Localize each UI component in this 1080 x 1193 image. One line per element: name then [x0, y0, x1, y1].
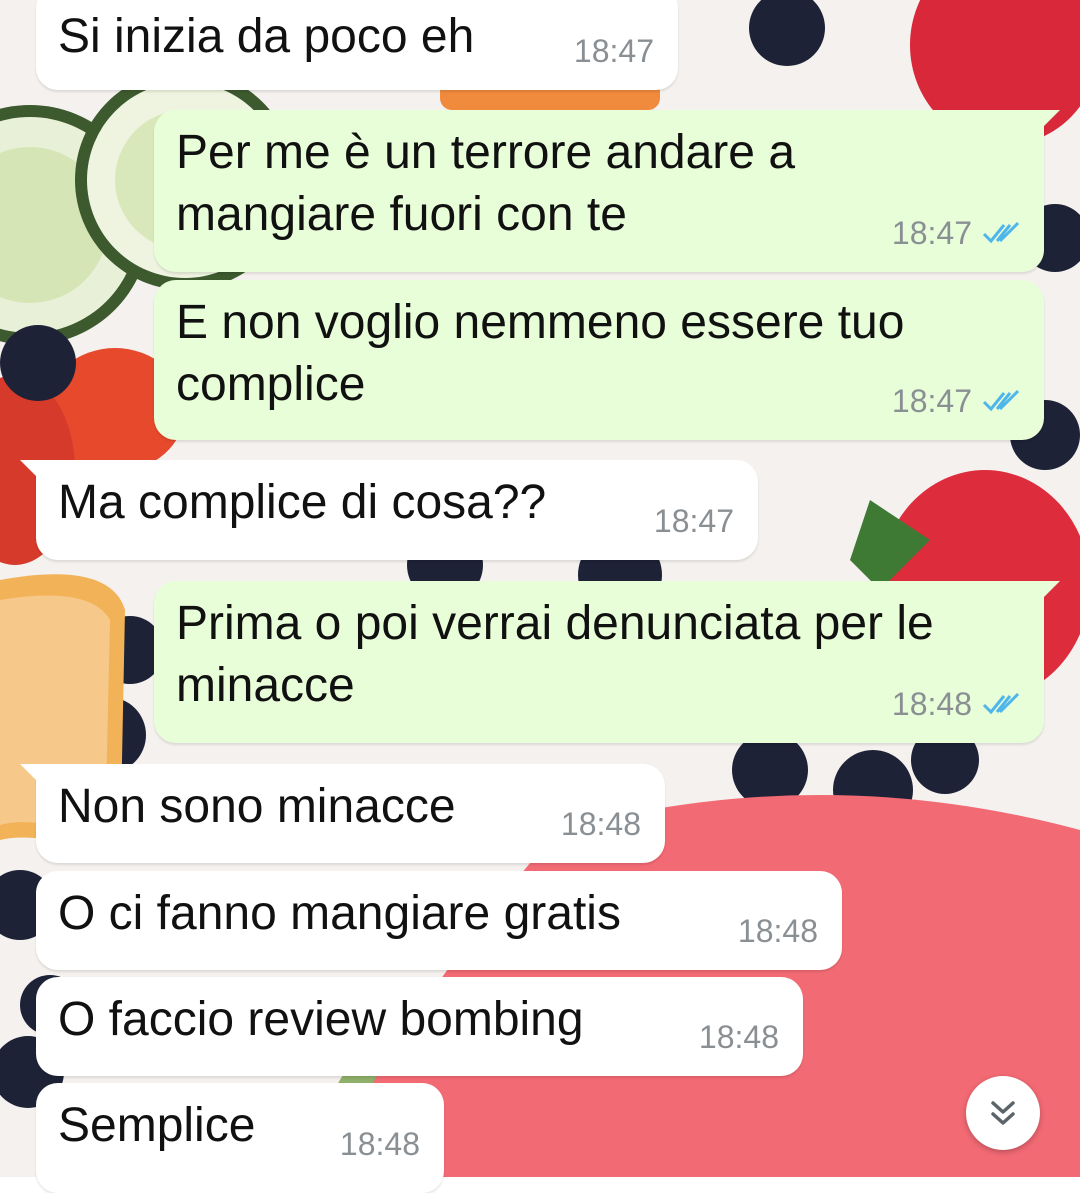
- message-bubble-outgoing[interactable]: Per me è un terrore andare a mangiare fu…: [154, 110, 1060, 272]
- message-timestamp: 18:48: [339, 1126, 420, 1162]
- message-timestamp: 18:48: [891, 686, 972, 722]
- message-meta: 18:47: [574, 20, 654, 82]
- message-meta: 18:48: [699, 1006, 779, 1068]
- chat-messages-list[interactable]: Si inizia da poco eh 18:47 Per me è un t…: [0, 0, 1080, 1193]
- double-check-icon: [982, 389, 1020, 412]
- message-text: Si inizia da poco eh: [58, 10, 475, 63]
- message-bubble-outgoing[interactable]: E non voglio nemmeno essere tuo complice…: [154, 280, 1044, 440]
- chevron-double-down-icon: [991, 1101, 1015, 1125]
- message-bubble-incoming[interactable]: O ci fanno mangiare gratis 18:48: [36, 871, 842, 970]
- message-text: O ci fanno mangiare gratis: [58, 887, 621, 940]
- message-meta: 18:47: [892, 370, 1022, 432]
- bubble-tail: [1038, 110, 1060, 132]
- message-meta: 18:48: [340, 1113, 420, 1175]
- bubble-tail: [20, 764, 42, 786]
- message-bubble-outgoing[interactable]: Prima o poi verrai denunciata per le min…: [154, 581, 1060, 743]
- message-bubble-incoming[interactable]: O faccio review bombing 18:48: [36, 977, 803, 1076]
- message-timestamp: 18:47: [573, 33, 654, 69]
- message-timestamp: 18:48: [698, 1019, 779, 1055]
- double-check-icon: [982, 221, 1020, 244]
- message-text: Non sono minacce: [58, 780, 456, 833]
- message-bubble-incoming[interactable]: Ma complice di cosa?? 18:47: [20, 460, 758, 560]
- message-timestamp: 18:48: [560, 806, 641, 842]
- double-check-icon: [982, 692, 1020, 715]
- message-meta: 18:47: [654, 490, 734, 552]
- message-timestamp: 18:47: [653, 503, 734, 539]
- message-timestamp: 18:48: [737, 913, 818, 949]
- message-meta: 18:47: [892, 202, 1022, 264]
- bubble-tail: [20, 460, 42, 482]
- message-bubble-incoming[interactable]: Non sono minacce 18:48: [20, 764, 665, 863]
- message-text: O faccio review bombing: [58, 993, 584, 1046]
- message-meta: 18:48: [561, 793, 641, 855]
- message-bubble-incoming[interactable]: Si inizia da poco eh 18:47: [36, 0, 678, 90]
- bubble-tail: [1038, 581, 1060, 603]
- message-timestamp: 18:47: [891, 383, 972, 419]
- message-meta: 18:48: [892, 673, 1022, 735]
- scroll-to-bottom-button[interactable]: [966, 1076, 1040, 1150]
- message-text: Ma complice di cosa??: [58, 476, 547, 529]
- message-timestamp: 18:47: [891, 215, 972, 251]
- message-meta: 18:48: [738, 900, 818, 962]
